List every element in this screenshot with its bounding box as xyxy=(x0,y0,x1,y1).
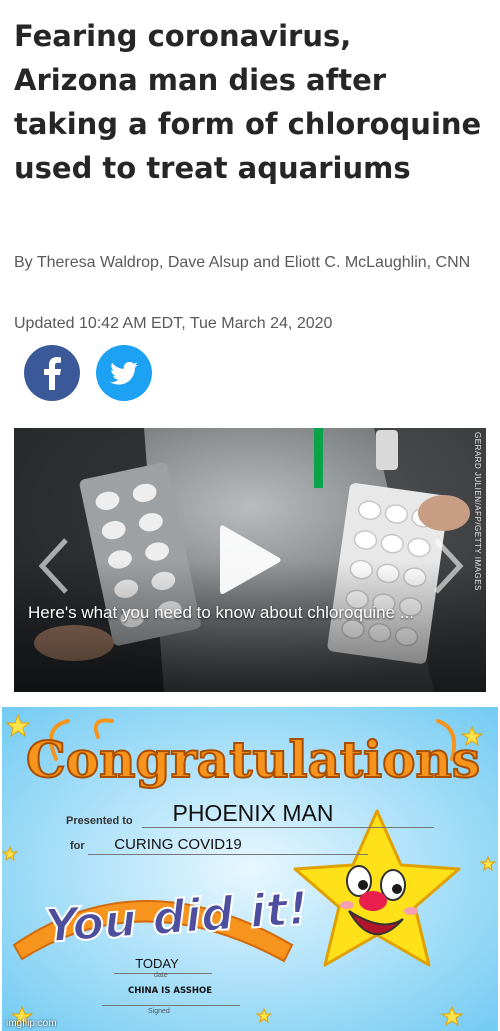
facebook-share-button[interactable] xyxy=(24,345,80,401)
signed-label: Signed xyxy=(148,1008,170,1015)
article-timestamp: Updated 10:42 AM EDT, Tue March 24, 2020 xyxy=(14,315,333,332)
banner-text: Congratulations xyxy=(26,730,480,789)
date-value: TODAY xyxy=(135,956,179,971)
facebook-icon xyxy=(44,357,61,390)
date-label: date xyxy=(154,972,168,979)
recipient-line xyxy=(142,827,434,828)
twitter-share-button[interactable] xyxy=(96,345,152,401)
presented-to-label: Presented to xyxy=(66,815,133,827)
recipient-name: PHOENIX MAN xyxy=(172,800,334,826)
signature-text: CHINA IS ASSHOE xyxy=(128,986,212,996)
article-byline: By Theresa Waldrop, Dave Alsup and Eliot… xyxy=(14,254,471,271)
twitter-icon xyxy=(110,361,138,385)
article-headline: Fearing coronavirus, Arizona man dies af… xyxy=(14,19,482,185)
play-icon[interactable] xyxy=(214,520,284,600)
congratulations-certificate: You did it! Congratulations Presented to… xyxy=(2,707,498,1031)
reason-line xyxy=(88,854,368,855)
for-label: for xyxy=(70,840,85,852)
certificate-artwork: You did it! Congratulations xyxy=(2,707,498,1031)
award-reason: CURING COVID19 xyxy=(114,836,242,853)
photo-credit: GERARD JULIEN/AFP/GETTY IMAGES xyxy=(473,432,482,591)
video-caption: Here's what you need to know about chlor… xyxy=(28,603,414,622)
chevron-left-icon[interactable] xyxy=(34,536,74,596)
chevron-right-icon[interactable] xyxy=(428,536,468,596)
news-article: Fearing coronavirus, Arizona man dies af… xyxy=(0,0,500,703)
video-player[interactable]: GERARD JULIEN/AFP/GETTY IMAGES Here's wh… xyxy=(14,428,486,692)
imgflip-watermark: imgflip.com xyxy=(6,1018,57,1029)
signature-line xyxy=(102,1005,240,1006)
